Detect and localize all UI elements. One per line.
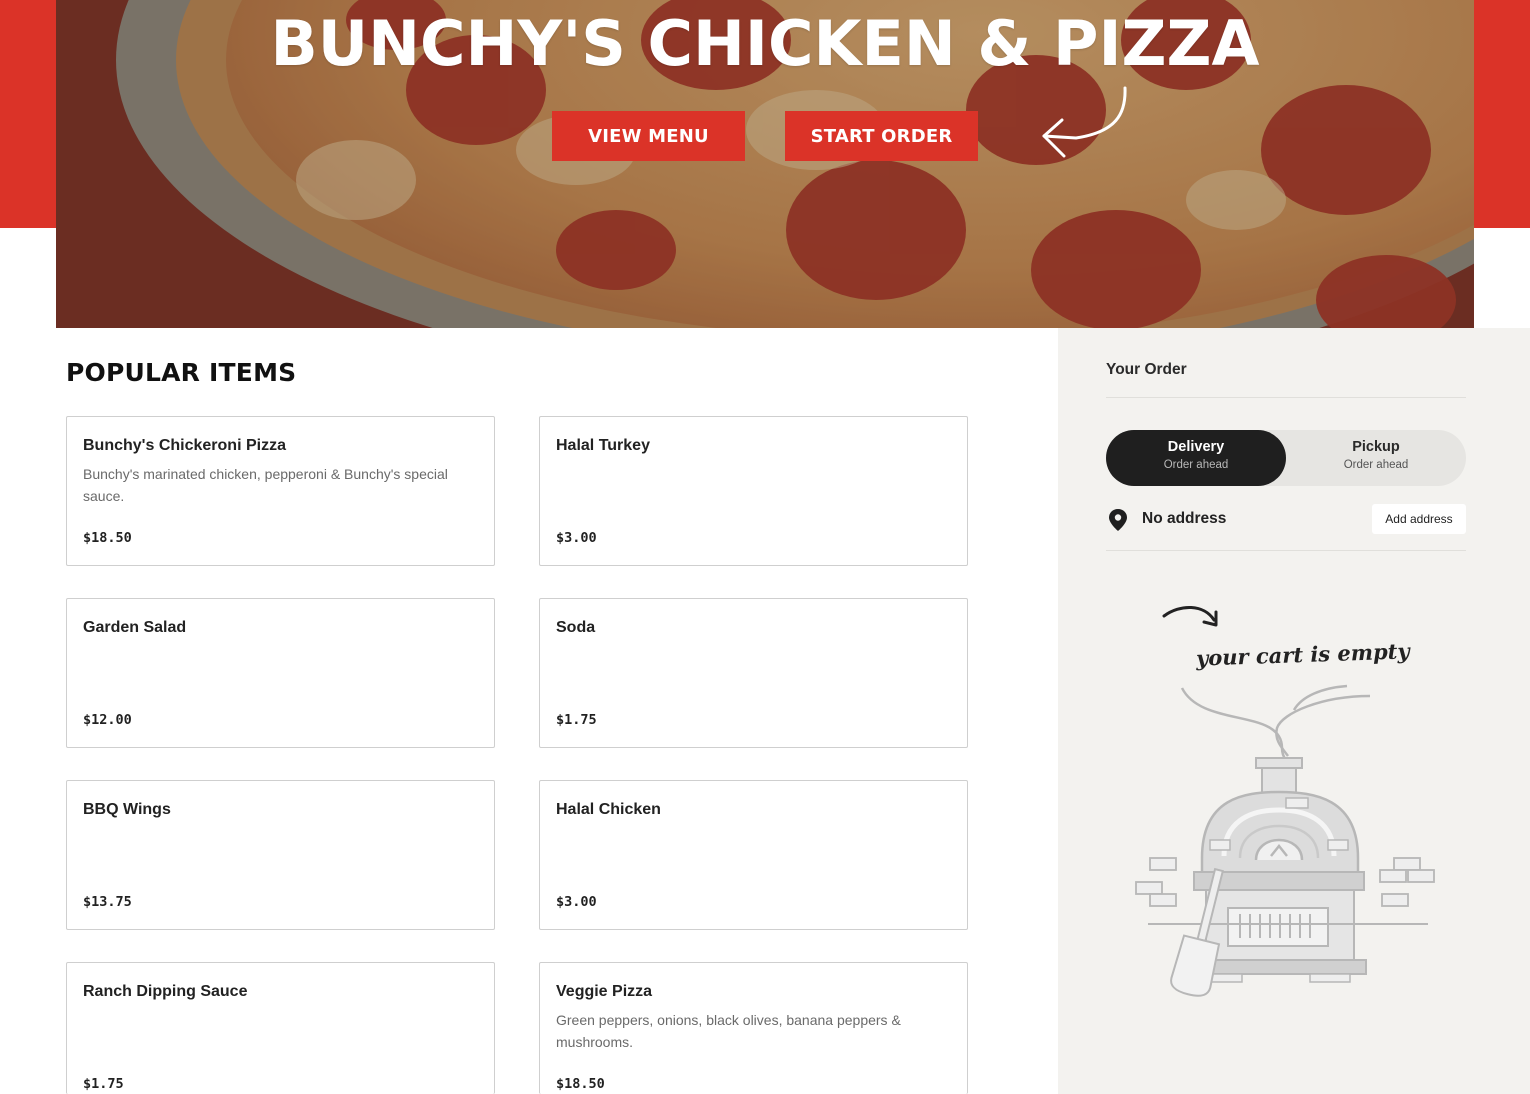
menu-item-card[interactable]: Halal Chicken $3.00 xyxy=(539,780,968,930)
item-name: Ranch Dipping Sauce xyxy=(83,983,248,1000)
pickup-sublabel: Order ahead xyxy=(1343,459,1409,471)
item-name: Soda xyxy=(556,619,596,636)
pickup-label: Pickup xyxy=(1352,439,1400,455)
item-description: Green peppers, onions, black olives, ban… xyxy=(556,1012,901,1050)
delivery-label: Delivery xyxy=(1167,439,1225,455)
item-name: Veggie Pizza xyxy=(556,983,653,1000)
item-name: Bunchy's Chickeroni Pizza xyxy=(83,437,286,454)
popular-items-heading: POPULAR ITEMS xyxy=(66,358,297,387)
menu-item-card[interactable]: Garden Salad $12.00 xyxy=(66,598,495,748)
item-price: $1.75 xyxy=(83,1076,124,1092)
item-name: Garden Salad xyxy=(83,619,187,636)
item-name: BBQ Wings xyxy=(83,801,171,818)
item-name: Halal Turkey xyxy=(556,437,650,454)
address-row: No address Add address xyxy=(1106,504,1466,534)
menu-item-card[interactable]: BBQ Wings $13.75 xyxy=(66,780,495,930)
menu-item-card[interactable]: Veggie Pizza Green peppers, onions, blac… xyxy=(539,962,968,1094)
divider xyxy=(1106,397,1466,398)
item-price: $3.00 xyxy=(556,530,597,546)
fulfillment-toggle: Delivery Order ahead Pickup Order ahead xyxy=(1106,430,1466,486)
menu-item-card[interactable]: Bunchy's Chickeroni Pizza Bunchy's marin… xyxy=(66,416,495,566)
hero-banner: BUNCHY'S CHICKEN & PIZZA VIEW MENU START… xyxy=(56,0,1474,328)
order-sidebar: Your Order Delivery Order ahead Pickup O… xyxy=(1058,328,1530,1094)
start-order-button[interactable]: START ORDER xyxy=(785,111,978,161)
item-price: $13.75 xyxy=(83,894,132,910)
delivery-sublabel: Order ahead xyxy=(1163,459,1229,471)
item-price: $18.50 xyxy=(556,1076,605,1092)
item-price: $12.00 xyxy=(83,712,132,728)
location-pin-icon xyxy=(1109,509,1127,531)
item-price: $18.50 xyxy=(83,530,132,546)
curved-arrow-icon xyxy=(1042,86,1127,158)
item-price: $1.75 xyxy=(556,712,597,728)
menu-item-card[interactable]: Ranch Dipping Sauce $1.75 xyxy=(66,962,495,1094)
address-text: No address xyxy=(1142,510,1227,527)
page: BUNCHY'S CHICKEN & PIZZA VIEW MENU START… xyxy=(0,0,1530,1094)
menu-item-card[interactable]: Halal Turkey $3.00 xyxy=(539,416,968,566)
pickup-option[interactable]: Pickup Order ahead xyxy=(1286,430,1466,486)
divider xyxy=(1106,550,1466,551)
hero-title: BUNCHY'S CHICKEN & PIZZA xyxy=(270,7,1260,80)
view-menu-button[interactable]: VIEW MENU xyxy=(552,111,745,161)
menu-item-card[interactable]: Soda $1.75 xyxy=(539,598,968,748)
item-name: Halal Chicken xyxy=(556,801,661,818)
item-price: $3.00 xyxy=(556,894,597,910)
add-address-button[interactable]: Add address xyxy=(1372,504,1466,534)
pizza-oven-illustration xyxy=(1135,606,1435,997)
item-description: Bunchy's marinated chicken, pepperoni & … xyxy=(83,466,448,504)
your-order-title: Your Order xyxy=(1106,361,1187,378)
delivery-option[interactable]: Delivery Order ahead xyxy=(1106,430,1286,486)
